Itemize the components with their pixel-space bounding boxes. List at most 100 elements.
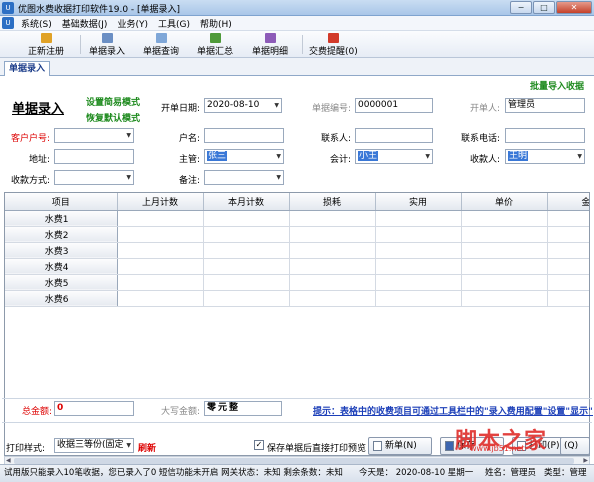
save-print-label: 保存单据后直接打印预览 [267,444,367,454]
opener-value: 管理员 [508,100,536,110]
pay-method-label: 收款方式: [10,176,50,186]
phone-label: 联系电话: [460,134,500,144]
total-label: 总金额: [21,407,52,417]
summary-button[interactable]: 单据汇总 [197,33,233,57]
total-amount-field: 0 [54,401,134,416]
cashier-value: 王明 [508,151,529,161]
receipt-no-label: 单据编号: [311,104,351,114]
table-row[interactable]: 水费5 [5,274,589,291]
status-user: 姓名：管理员 [485,468,537,478]
detail-button[interactable]: 单据明细 [252,33,288,57]
print-style-value: 收据三等份(固定 [57,440,124,450]
upper-amount-label: 大写金额: [160,407,200,417]
menu-bar: U 系统(S) 基础数据(J) 业务(Y) 工具(G) 帮助(H) [0,16,594,31]
menu-business[interactable]: 业务(Y) [113,17,154,30]
maximize-icon[interactable]: □ [533,1,555,14]
remark-select[interactable] [204,170,284,185]
minimize-icon[interactable]: − [510,1,532,14]
tab-receipt-entry[interactable]: 单据录入 [4,61,51,76]
entry-icon [101,33,113,43]
reminder-button[interactable]: 交费提醒(0) [309,33,358,57]
remark-label: 备注: [178,176,200,186]
customer-no-label: 客户户号: [10,134,50,144]
col-item[interactable]: 项目 [5,193,118,211]
cashier-select[interactable]: 王明 [505,149,585,164]
status-type: 类型：管理 [544,468,587,478]
hint-text: 提示：表格中的收费项目可通过工具栏中的"录入费用配置"设置"显示"项 [313,407,593,417]
toolbar: 正新注册 单据录入 单据查询 单据汇总 单据明细 交费提醒(0) [0,31,594,58]
supervisor-select[interactable]: 张三 [204,149,284,164]
menu-app-icon[interactable]: U [2,17,14,29]
window-title: 优图水费收据打印软件19.0 - [单据录入] [18,5,181,15]
watermark-url: www.jb51.net [470,444,525,453]
menu-basic-data[interactable]: 基础数据(J) [58,17,114,30]
print-style-select[interactable]: 收据三等份(固定 [54,438,134,453]
col-actual[interactable]: 实用 [375,193,462,211]
name-field[interactable] [204,128,284,143]
query-button[interactable]: 单据查询 [143,33,179,57]
close-icon[interactable]: ✕ [556,1,592,14]
flag-icon [327,33,339,43]
refresh-link[interactable]: 刷新 [138,441,156,454]
contact-field[interactable] [355,128,433,143]
status-trial-note: 试用版只能录入10笔收据，您已录入了0 短信功能未开启 网关状态：未知 剩余条数… [4,468,343,478]
row-label: 水费6 [5,290,118,307]
batch-import-link[interactable]: 批量导入收据 [530,79,584,92]
opener-label: 开单人: [469,104,500,114]
opener-field[interactable]: 管理员 [505,98,585,113]
supervisor-label: 主管: [178,155,200,165]
register-icon [40,33,52,43]
new-doc-icon [373,441,382,451]
save-print-checkbox[interactable]: ✓ [254,440,264,450]
address-label: 地址: [28,155,50,165]
row-label: 水费4 [5,258,118,275]
accountant-label: 会计: [329,155,351,165]
scroll-left-icon[interactable]: ◀ [6,457,11,464]
title-bar: U 优图水费收据打印软件19.0 - [单据录入] − □ ✕ [0,0,594,16]
new-button[interactable]: 新单(N) [368,437,432,455]
default-mode-link[interactable]: 恢复默认模式 [86,111,140,124]
col-unit-price[interactable]: 单价 [461,193,548,211]
summary-icon [209,33,221,43]
divider [2,398,592,399]
table-row[interactable]: 水费3 [5,242,589,259]
pay-method-select[interactable] [54,170,134,185]
app-icon: U [2,2,14,14]
simple-mode-link[interactable]: 设置简易模式 [86,95,140,108]
total-amount: 0 [57,403,64,413]
receipt-no-value: 0000001 [358,100,399,110]
row-label: 水费2 [5,226,118,243]
accountant-select[interactable]: 小王 [355,149,433,164]
menu-tools[interactable]: 工具(G) [154,17,196,30]
open-date-label: 开单日期: [160,104,200,114]
cashier-label: 收款人: [469,155,500,165]
menu-system[interactable]: 系统(S) [17,17,58,30]
col-last-month[interactable]: 上月计数 [117,193,204,211]
customer-no-field[interactable] [54,128,134,143]
register-button[interactable]: 正新注册 [28,33,64,57]
tab-strip: 单据录入 [0,58,594,76]
table-row[interactable]: 水费4 [5,258,589,275]
menu-help[interactable]: 帮助(H) [196,17,238,30]
phone-field[interactable] [505,128,585,143]
scroll-right-icon[interactable]: ▶ [583,457,588,464]
col-this-month[interactable]: 本月计数 [203,193,290,211]
col-amount[interactable]: 金 [547,193,589,211]
address-field[interactable] [54,149,134,164]
supervisor-value: 张三 [207,151,228,161]
row-label: 水费5 [5,274,118,291]
receipt-no-field[interactable]: 0000001 [355,98,433,113]
col-loss[interactable]: 损耗 [289,193,376,211]
open-date-field[interactable]: 2020-08-10 [204,98,282,113]
upper-amount: 零元整 [207,403,241,413]
row-label: 水费3 [5,242,118,259]
detail-icon [264,33,276,43]
status-bar: 试用版只能录入10笔收据，您已录入了0 短信功能未开启 网关状态：未知 剩余条数… [0,464,594,482]
table-row[interactable]: 水费2 [5,226,589,243]
status-today: 今天是： 2020-08-10 星期一 [359,468,474,478]
quit-button[interactable]: (Q) [560,437,590,455]
open-date-value: 2020-08-10 [207,100,260,110]
entry-button[interactable]: 单据录入 [89,33,125,57]
table-row[interactable]: 水费1 [5,210,589,227]
table-row[interactable]: 水费6 [5,290,589,307]
